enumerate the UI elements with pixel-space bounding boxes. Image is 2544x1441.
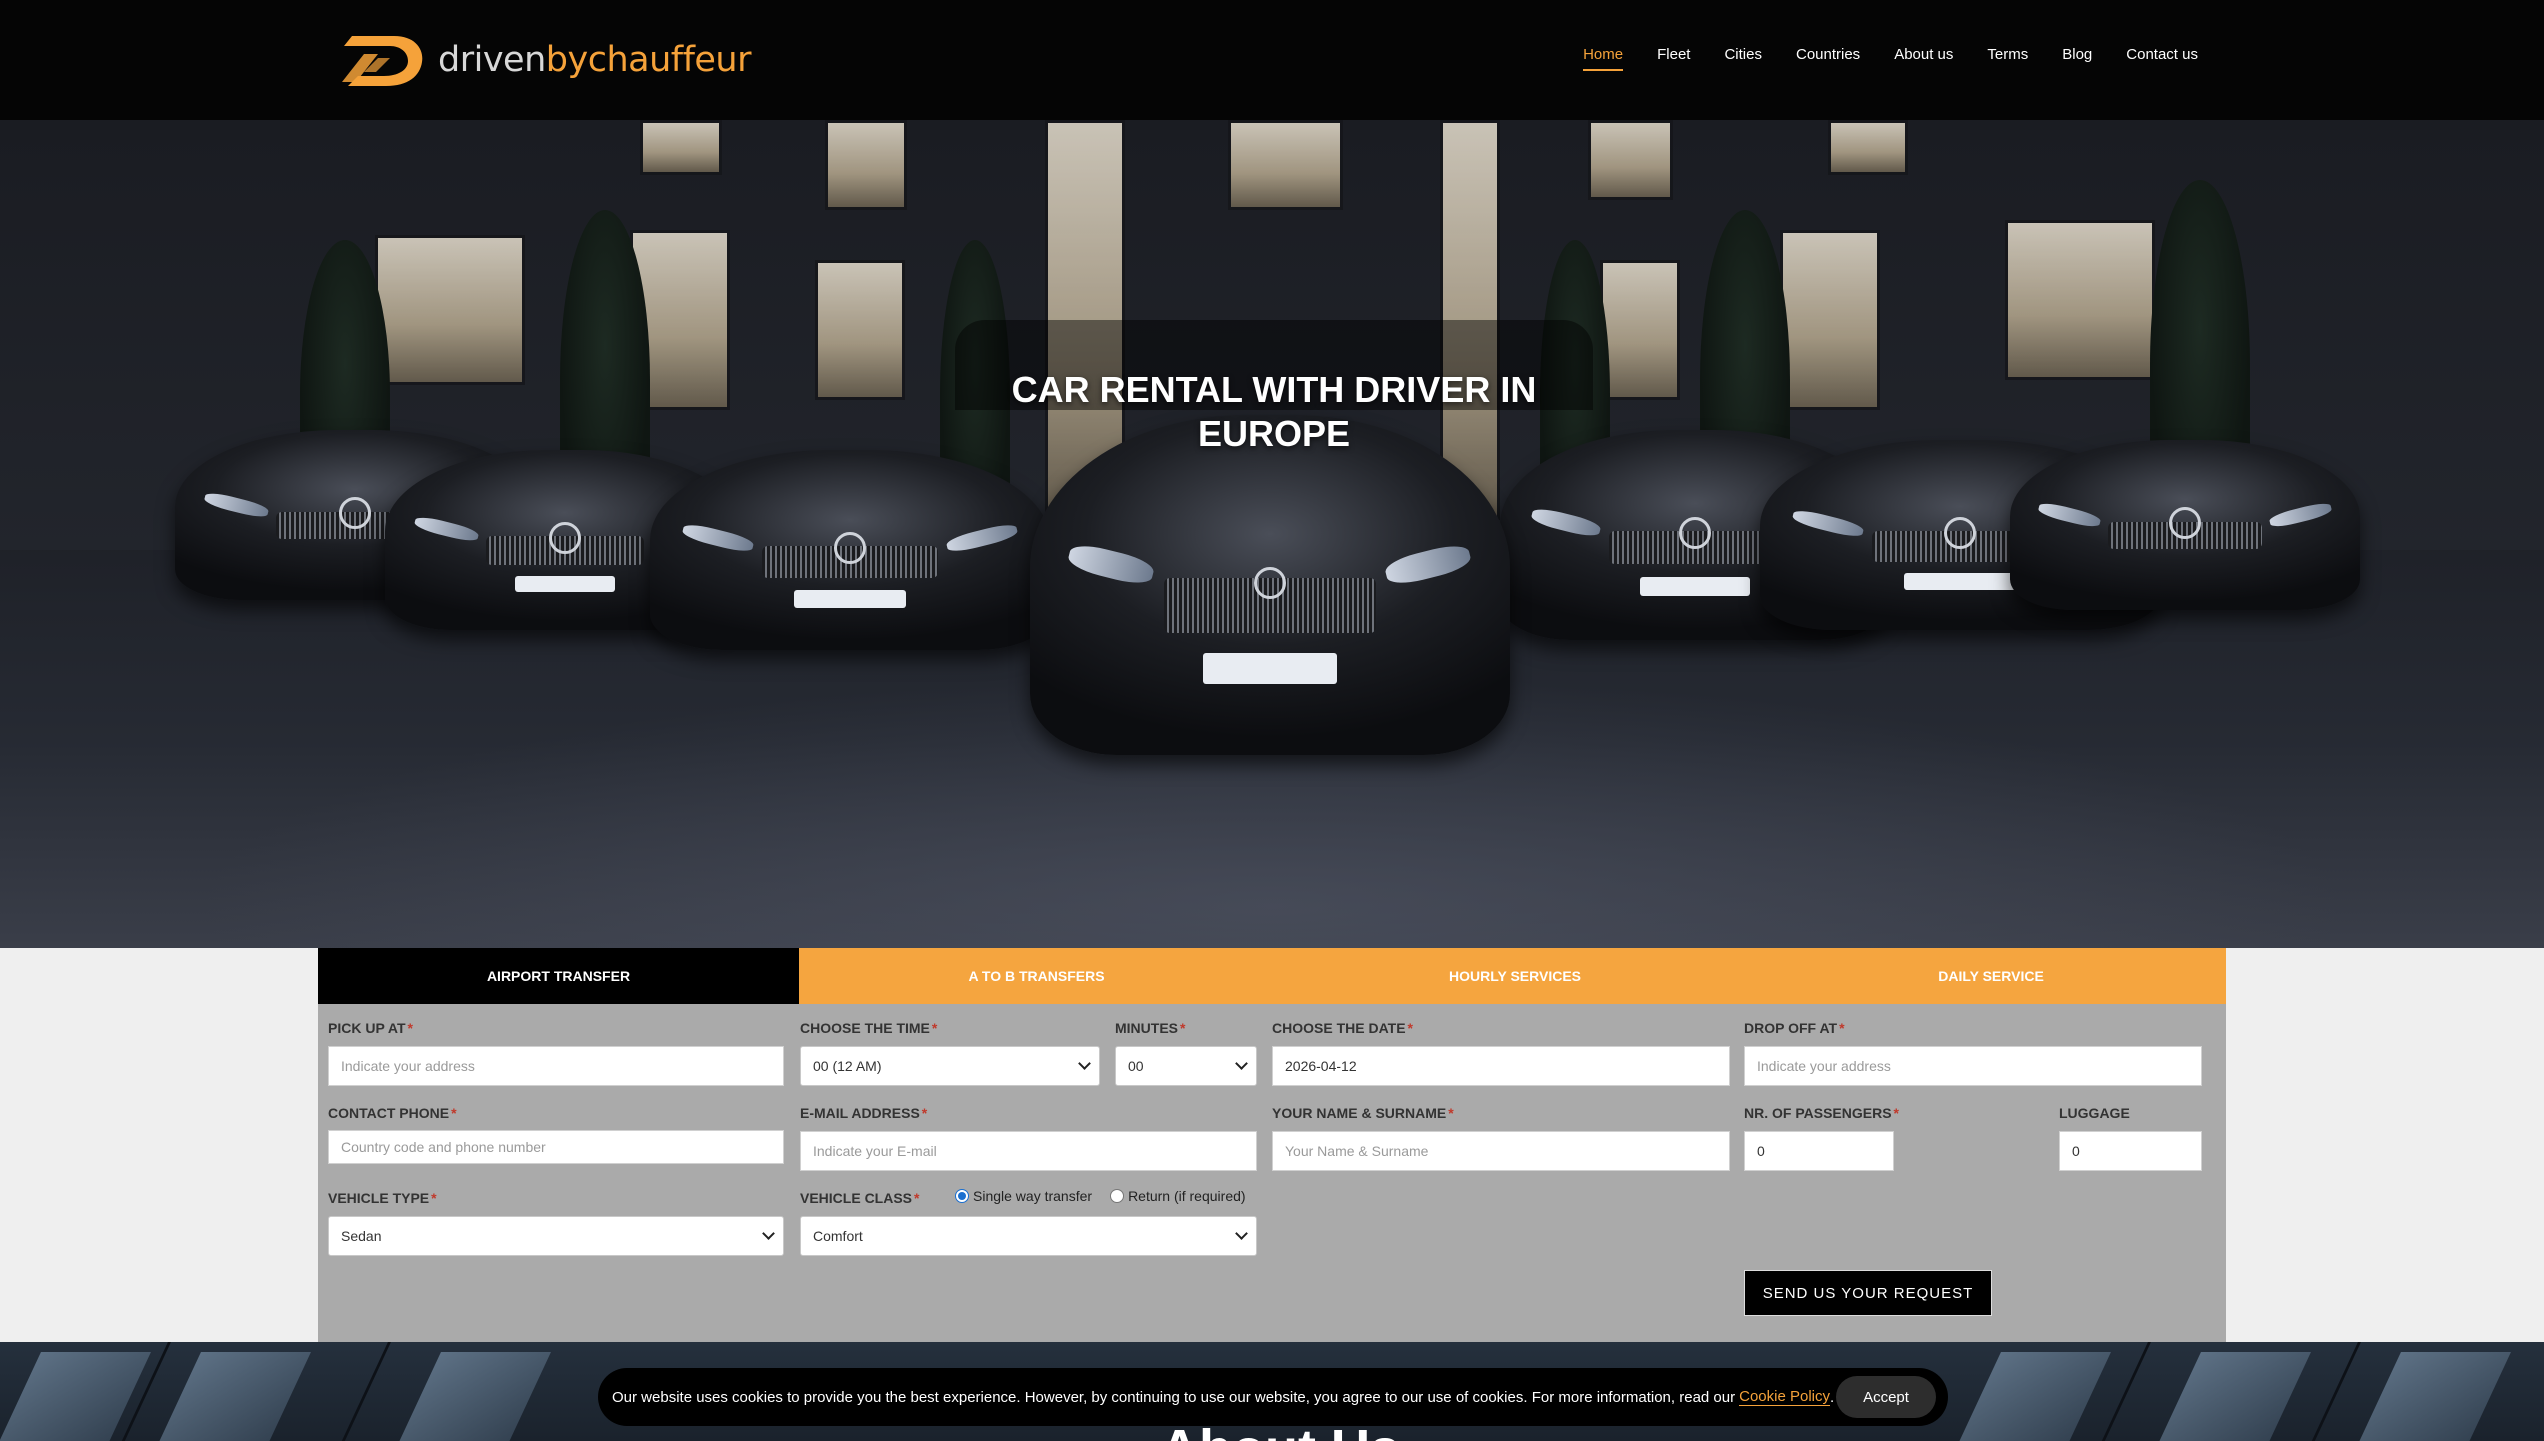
passengers-input[interactable]	[1744, 1131, 1894, 1171]
building-window	[1228, 120, 1343, 210]
trip-type-radios: Single way transfer Return (if required)	[955, 1188, 1246, 1204]
vehicle-class-select[interactable]: Comfort	[800, 1216, 1257, 1256]
pickup-label: PICK UP AT *	[328, 1020, 413, 1036]
building-window	[375, 235, 525, 385]
logo-word-driven: driven	[438, 40, 546, 80]
name-input[interactable]	[1272, 1131, 1730, 1171]
date-input[interactable]	[1272, 1046, 1730, 1086]
nav-terms[interactable]: Terms	[1987, 46, 2028, 71]
building-window	[1600, 260, 1680, 400]
tab-daily-service[interactable]: DAILY SERVICE	[1756, 948, 2226, 1004]
glass-pane	[1959, 1352, 2111, 1441]
vehicle-type-label: VEHICLE TYPE *	[328, 1190, 437, 1206]
email-label: E-MAIL ADDRESS *	[800, 1105, 928, 1121]
hero-banner	[0, 120, 2544, 948]
radio-single-way-label: Single way transfer	[973, 1188, 1093, 1204]
hero-title: CAR RENTAL WITH DRIVER IN EUROPE	[1011, 369, 1537, 454]
nav-about-us[interactable]: About us	[1894, 46, 1953, 71]
hero-car-front	[1030, 415, 1510, 755]
cookie-policy-link[interactable]: Cookie Policy	[1739, 1388, 1830, 1406]
logo-mark-icon	[342, 36, 423, 86]
logo-wordmark: drivenbychauffeur	[438, 40, 752, 80]
logo-word-bychauffeur: bychauffeur	[545, 40, 752, 80]
building-window	[1588, 120, 1673, 200]
glass-beam	[2302, 1342, 2361, 1441]
nav-countries[interactable]: Countries	[1796, 46, 1860, 71]
dropoff-label: DROP OFF AT *	[1744, 1020, 1845, 1036]
cookie-text: Our website uses cookies to provide you …	[612, 1388, 1736, 1406]
vehicle-class-label: VEHICLE CLASS *	[800, 1190, 920, 1206]
tab-hourly-services[interactable]: HOURLY SERVICES	[1274, 948, 1756, 1004]
glass-pane	[2159, 1352, 2311, 1441]
chevron-down-icon	[1235, 1057, 1248, 1070]
luggage-input[interactable]	[2059, 1131, 2202, 1171]
booking-tabs: AIRPORT TRANSFER A TO B TRANSFERS HOURLY…	[318, 948, 2226, 1004]
luggage-label: LUGGAGE	[2059, 1105, 2130, 1121]
building-window	[2005, 220, 2155, 380]
tab-a-to-b-transfers[interactable]: A TO B TRANSFERS	[799, 948, 1274, 1004]
brand-logo[interactable]: drivenbychauffeur	[338, 26, 752, 94]
phone-label: CONTACT PHONE *	[328, 1105, 457, 1121]
email-input[interactable]	[800, 1131, 1257, 1171]
nav-fleet[interactable]: Fleet	[1657, 46, 1690, 71]
nav-blog[interactable]: Blog	[2062, 46, 2092, 71]
tab-airport-transfer[interactable]: AIRPORT TRANSFER	[318, 948, 799, 1004]
hero-car	[2010, 440, 2360, 610]
vehicle-type-select[interactable]: Sedan	[328, 1216, 784, 1256]
minutes-label: MINUTES *	[1115, 1020, 1186, 1036]
glass-beam	[332, 1342, 391, 1441]
passengers-label: NR. OF PASSENGERS *	[1744, 1105, 1899, 1121]
nav-cities[interactable]: Cities	[1724, 46, 1762, 71]
building-window	[825, 120, 907, 210]
nav-contact-us[interactable]: Contact us	[2126, 46, 2198, 71]
send-request-button[interactable]: SEND US YOUR REQUEST	[1744, 1270, 1992, 1316]
time-select[interactable]: 00 (12 AM)	[800, 1046, 1100, 1086]
glass-pane	[399, 1352, 551, 1441]
name-label: YOUR NAME & SURNAME *	[1272, 1105, 1454, 1121]
building-window	[1828, 120, 1908, 175]
chevron-down-icon	[1078, 1057, 1091, 1070]
nav-home[interactable]: Home	[1583, 46, 1624, 71]
glass-pane	[2359, 1352, 2511, 1441]
phone-input[interactable]	[328, 1130, 784, 1164]
radio-single-way[interactable]	[955, 1189, 969, 1203]
chevron-down-icon	[1235, 1227, 1248, 1240]
building-window	[815, 260, 905, 400]
glass-pane	[159, 1352, 311, 1441]
time-label: CHOOSE THE TIME *	[800, 1020, 938, 1036]
chevron-down-icon	[762, 1227, 775, 1240]
cookie-accept-button[interactable]: Accept	[1836, 1376, 1936, 1418]
radio-return[interactable]	[1110, 1189, 1125, 1203]
cookie-suffix: .	[1829, 1388, 1835, 1406]
date-label: CHOOSE THE DATE *	[1272, 1020, 1413, 1036]
hero-car	[650, 450, 1050, 650]
pickup-input[interactable]	[328, 1046, 784, 1086]
site-header: drivenbychauffeur Home Fleet Cities Coun…	[0, 0, 2544, 120]
main-nav: Home Fleet Cities Countries About us Ter…	[1549, 46, 2198, 71]
minutes-select[interactable]: 00	[1115, 1046, 1257, 1086]
radio-return-label: Return (if required)	[1128, 1188, 1246, 1204]
cookie-banner: Our website uses cookies to provide you …	[598, 1368, 1948, 1426]
building-window	[640, 120, 722, 175]
dropoff-input[interactable]	[1744, 1046, 2202, 1086]
building-window	[1780, 230, 1880, 410]
